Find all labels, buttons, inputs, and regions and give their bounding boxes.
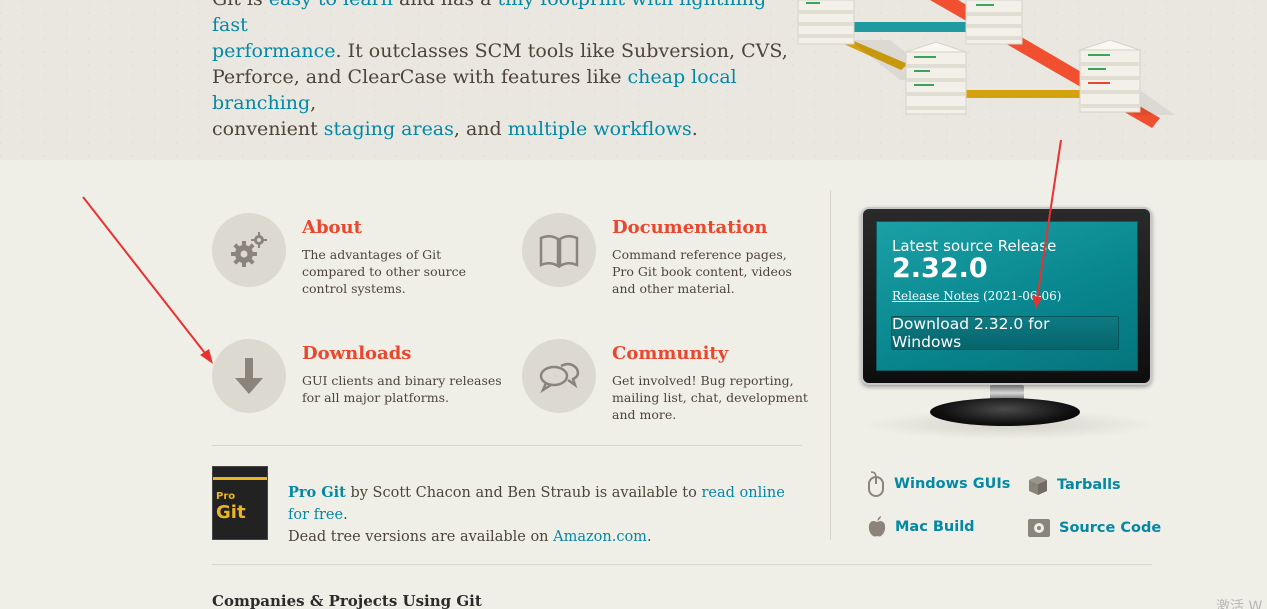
box-icon (1029, 476, 1047, 495)
commit-stack-right (1078, 39, 1142, 113)
pro-git-link[interactable]: Pro Git (288, 484, 346, 501)
downloads-link[interactable]: Downloads (302, 343, 411, 364)
amazon-link[interactable]: Amazon.com (553, 529, 647, 545)
book-cover-stripe (213, 477, 267, 480)
watermark-text: 激活 W (1216, 599, 1263, 609)
documentation-description: Command reference pages, Pro Git book co… (612, 247, 792, 296)
feature-community: Community Get involved! Bug reporting, m… (522, 339, 822, 429)
book-text-part: . (343, 507, 348, 523)
hero-text-part: Git is (212, 0, 269, 10)
hero-text-part: . (691, 118, 698, 140)
book-cover-title: Pro Git (216, 489, 246, 523)
monitor-screen: Latest source Release 2.32.0 Release Not… (876, 221, 1138, 371)
chat-bubbles-icon[interactable] (522, 339, 596, 413)
book-text-part: by Scott Chacon and Ben Straub is availa… (345, 485, 702, 501)
performance-link[interactable]: performance (212, 40, 336, 62)
community-link[interactable]: Community (612, 343, 728, 364)
mac-build-link[interactable]: Mac Build (867, 516, 975, 538)
gear-box-icon (1028, 519, 1050, 537)
book-text-part: Dead tree versions are available on (288, 529, 554, 545)
release-notes-link[interactable]: Release Notes (892, 289, 979, 303)
release-notes-line: Release Notes (2021-06-06) (892, 289, 1062, 303)
book-text-part: . (646, 529, 652, 545)
hero-text-part: . It outclasses SCM tools like Subversio… (335, 40, 788, 62)
download-monitor: Latest source Release 2.32.0 Release Not… (861, 207, 1152, 385)
book-cover-git: Git (216, 502, 246, 523)
hero-text-part: , and (453, 118, 508, 140)
feature-about: About The advantages of Git compared to … (212, 213, 512, 303)
commit-stack-middle (904, 41, 968, 115)
staging-areas-link[interactable]: staging areas (324, 118, 454, 140)
apple-icon (868, 516, 886, 537)
column-divider (830, 190, 831, 540)
source-code-label: Source Code (1059, 520, 1162, 536)
commit-stack-top (965, 0, 1023, 45)
annotation-arrow-downloads (82, 196, 209, 358)
tarballs-link[interactable]: Tarballs (1027, 474, 1121, 496)
hero-text-part: , (310, 92, 317, 114)
hero-intro-text: Git is easy to learn and has a tiny foot… (212, 0, 792, 142)
commit-stack-left (797, 0, 855, 45)
hero-text-part: and has a (393, 0, 498, 10)
windows-guis-link[interactable]: Windows GUIs (866, 471, 1010, 497)
multiple-workflows-link[interactable]: multiple workflows (508, 118, 692, 140)
bottom-divider (212, 564, 1152, 565)
release-version: 2.32.0 (892, 253, 988, 284)
mac-build-label: Mac Build (895, 519, 975, 535)
feature-documentation: Documentation Command reference pages, P… (522, 213, 822, 303)
windows-guis-label: Windows GUIs (894, 476, 1011, 492)
monitor-stand (930, 398, 1080, 426)
companies-heading: Companies & Projects Using Git (212, 592, 482, 609)
branching-diagram-illustration (797, 0, 1175, 128)
section-divider (212, 445, 802, 446)
download-arrow-icon[interactable] (212, 339, 286, 413)
book-icon[interactable] (522, 213, 596, 287)
hero-text-part: Perforce, and ClearCase with features li… (212, 66, 628, 88)
easy-to-learn-link[interactable]: easy to learn (269, 0, 393, 10)
hero-section: Git is easy to learn and has a tiny foot… (0, 0, 1267, 160)
feature-downloads: Downloads GUI clients and binary release… (212, 339, 512, 429)
documentation-link[interactable]: Documentation (612, 217, 767, 238)
hero-text-part: convenient (212, 118, 324, 140)
gears-icon[interactable] (212, 213, 286, 287)
community-description: Get involved! Bug reporting, mailing lis… (612, 373, 808, 422)
book-description: Pro Git by Scott Chacon and Ben Straub i… (288, 482, 808, 548)
pro-git-book-cover[interactable]: Pro Git (212, 466, 268, 540)
download-windows-button[interactable]: Download 2.32.0 for Windows (891, 315, 1119, 351)
about-description: The advantages of Git compared to other … (302, 247, 467, 296)
about-link[interactable]: About (302, 217, 362, 238)
source-code-link[interactable]: Source Code (1027, 517, 1161, 539)
release-date: (2021-06-06) (979, 289, 1062, 303)
mouse-icon (868, 471, 884, 497)
tarballs-label: Tarballs (1057, 477, 1121, 493)
downloads-description: GUI clients and binary releases for all … (302, 373, 502, 405)
